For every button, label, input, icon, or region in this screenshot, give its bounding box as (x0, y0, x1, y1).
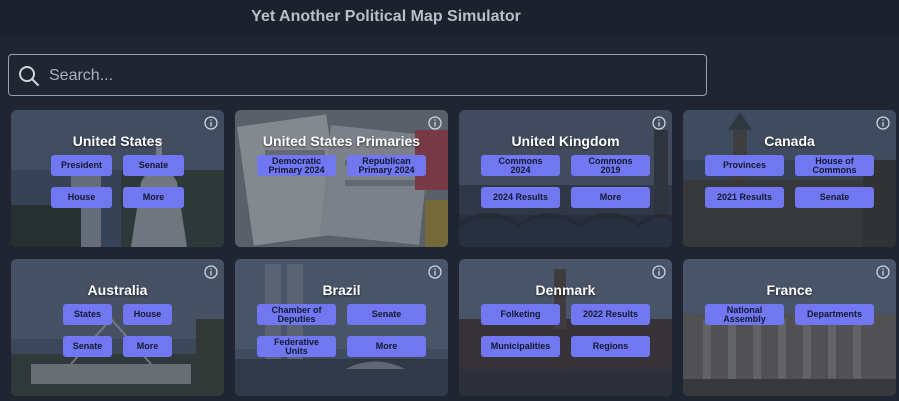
senate-button[interactable]: Senate (63, 336, 112, 357)
card-australia: Australia States House Senate More (11, 259, 224, 396)
info-icon[interactable] (652, 116, 666, 130)
card-title: United States (72, 133, 163, 149)
republican-primary-2024-button[interactable]: Republican Primary 2024 (347, 155, 426, 176)
card-united-states-primaries: United States Primaries Democratic Prima… (235, 110, 448, 247)
card-france: France National Assembly Departments (683, 259, 896, 396)
info-icon[interactable] (204, 116, 218, 130)
card-title: Brazil (322, 282, 361, 298)
more-button[interactable]: More (347, 336, 426, 357)
regions-button[interactable]: Regions (571, 336, 650, 357)
2022-results-button[interactable]: 2022 Results (571, 304, 650, 325)
card-overlay (11, 110, 224, 247)
card-overlay (235, 259, 448, 396)
card-overlay (683, 259, 896, 396)
house-of-commons-button[interactable]: House of Commons (795, 155, 874, 176)
senate-button[interactable]: Senate (795, 187, 874, 208)
national-assembly-button[interactable]: National Assembly (705, 304, 784, 325)
commons-2019-button[interactable]: Commons 2019 (571, 155, 650, 176)
page-title: Yet Another Political Map Simulator (251, 8, 521, 25)
card-overlay (459, 110, 672, 247)
card-title: United Kingdom (511, 133, 620, 149)
info-icon[interactable] (204, 265, 218, 279)
card-denmark: Denmark Folketing 2022 Results Municipal… (459, 259, 672, 396)
more-button[interactable]: More (123, 336, 172, 357)
card-title: Denmark (535, 282, 596, 298)
card-title: Canada (764, 133, 815, 149)
card-title: France (766, 282, 813, 298)
card-united-kingdom: United Kingdom Commons 2024 Commons 2019… (459, 110, 672, 247)
info-icon[interactable] (428, 265, 442, 279)
info-icon[interactable] (652, 265, 666, 279)
departments-button[interactable]: Departments (795, 304, 874, 325)
more-button[interactable]: More (123, 187, 184, 208)
federative-units-button[interactable]: Federative Units (257, 336, 336, 357)
info-icon[interactable] (428, 116, 442, 130)
card-title: United States Primaries (262, 133, 421, 149)
card-title: Australia (87, 282, 148, 298)
folketing-button[interactable]: Folketing (481, 304, 560, 325)
search-icon (19, 66, 39, 86)
democratic-primary-2024-button[interactable]: Democratic Primary 2024 (257, 155, 336, 176)
president-button[interactable]: President (51, 155, 112, 176)
card-brazil: Brazil Chamber of Deputies Senate Federa… (235, 259, 448, 396)
card-overlay (459, 259, 672, 396)
search-bar[interactable] (8, 54, 707, 96)
house-button[interactable]: House (123, 304, 172, 325)
info-icon[interactable] (876, 116, 890, 130)
app-header: Yet Another Political Map Simulator (0, 0, 899, 36)
provinces-button[interactable]: Provinces (705, 155, 784, 176)
municipalities-button[interactable]: Municipalities (481, 336, 560, 357)
chamber-of-deputies-button[interactable]: Chamber of Deputies (257, 304, 336, 325)
card-overlay (683, 110, 896, 247)
card-united-states: United States President Senate House Mor… (11, 110, 224, 247)
card-overlay (11, 259, 224, 396)
more-button[interactable]: More (571, 187, 650, 208)
2024-results-button[interactable]: 2024 Results (481, 187, 560, 208)
senate-button[interactable]: Senate (347, 304, 426, 325)
info-icon[interactable] (876, 265, 890, 279)
commons-2024-button[interactable]: Commons 2024 (481, 155, 560, 176)
card-canada: Canada Provinces House of Commons 2021 R… (683, 110, 896, 247)
card-overlay (235, 110, 448, 247)
2021-results-button[interactable]: 2021 Results (705, 187, 784, 208)
senate-button[interactable]: Senate (123, 155, 184, 176)
states-button[interactable]: States (63, 304, 112, 325)
house-button[interactable]: House (51, 187, 112, 208)
search-input[interactable] (47, 61, 691, 91)
